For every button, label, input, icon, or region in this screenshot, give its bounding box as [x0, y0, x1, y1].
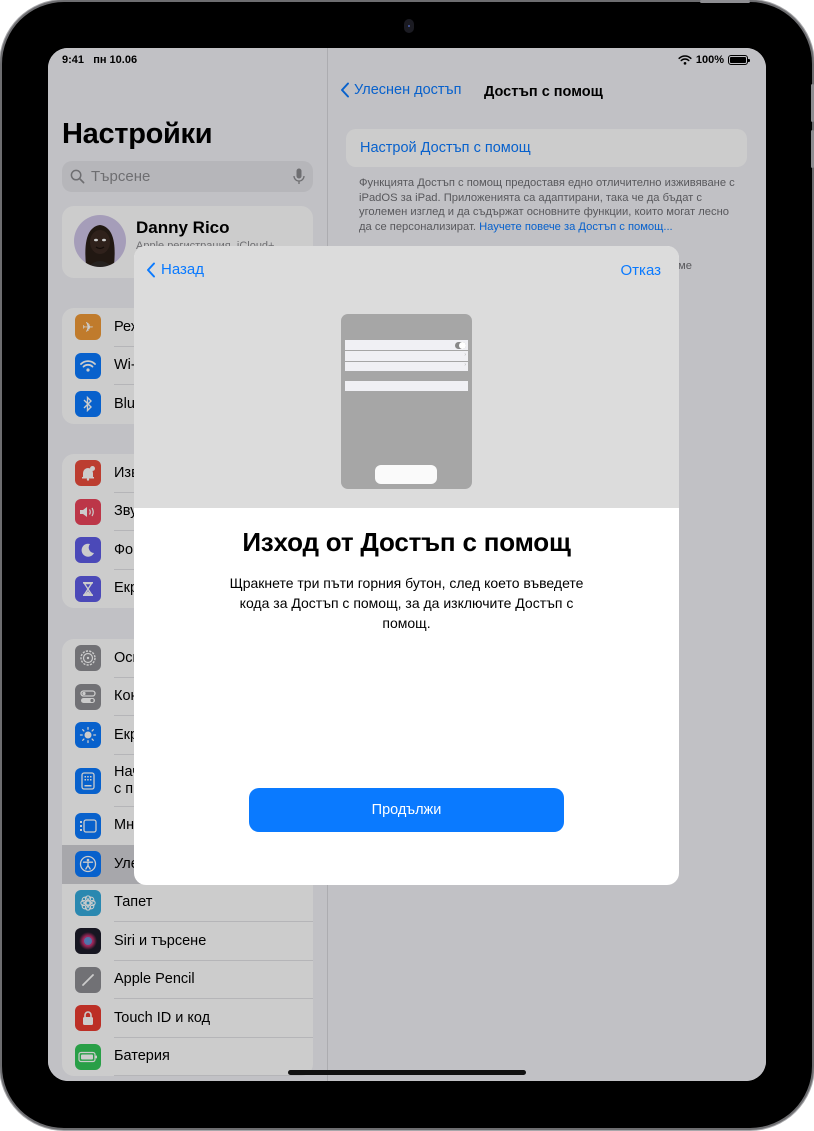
chevron-left-icon [147, 262, 155, 277]
sheet-title: Изход от Достъп с помощ [242, 527, 571, 557]
top-button [700, 0, 750, 3]
chevron-right-icon: › [464, 352, 466, 358]
sheet-back-button[interactable]: Назад [146, 261, 204, 278]
home-indicator[interactable] [288, 1070, 526, 1075]
illustration-row [345, 381, 468, 391]
screen: 9:41 пн 10.06 Настройки Търсене Danny Ri… [48, 48, 766, 1081]
front-camera [404, 19, 414, 33]
sheet-body-text: Щракнете три пъти горния бутон, след кое… [229, 575, 584, 631]
back-label: Назад [161, 261, 204, 278]
sheet-illustration-area: Назад Отказ › › [134, 246, 679, 508]
illustration-button [375, 465, 437, 484]
exit-assistive-access-sheet: Назад Отказ › › Изход от Достъп с помощ … [134, 246, 679, 885]
illustration-row [345, 340, 468, 350]
continue-button[interactable]: Продължи [249, 788, 564, 832]
illustration-row [345, 362, 468, 371]
illustration-row [345, 351, 468, 361]
illustration-toggle [455, 342, 466, 349]
chevron-right-icon: › [464, 362, 466, 368]
cancel-button[interactable]: Отказ [621, 262, 661, 279]
ipad-settings-illustration: › › [341, 314, 472, 489]
